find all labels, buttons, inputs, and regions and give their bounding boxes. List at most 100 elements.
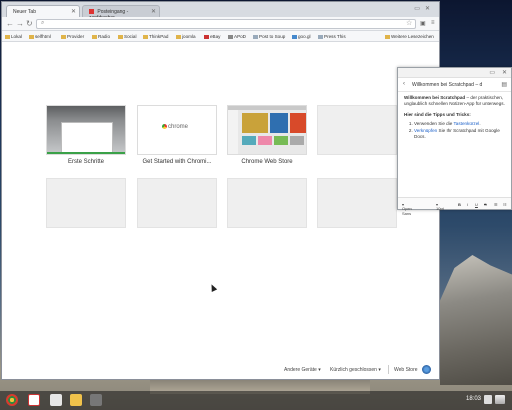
minimize-icon[interactable]: ▭ xyxy=(489,69,495,76)
bookmarks-bar: Lokal selfhtml Provider Radio Social Thi… xyxy=(2,31,439,42)
intro-paragraph: Willkommen bei Scratchpad – der praktisc… xyxy=(404,95,505,107)
user-avatar[interactable] xyxy=(495,395,505,404)
back-icon[interactable]: ← xyxy=(6,19,14,28)
bookmark-label: APoD xyxy=(234,34,247,39)
bookmark-label: selfhtml xyxy=(35,34,51,39)
bold-button[interactable]: B xyxy=(458,202,461,207)
folder-icon xyxy=(176,34,181,39)
clock[interactable]: 18:03 xyxy=(466,396,481,402)
bookmark-label: Weitere Lesezeichen xyxy=(391,34,434,39)
page-icon xyxy=(318,34,323,39)
menu-icon[interactable]: ≡ xyxy=(431,20,435,26)
browser-window: Neuer Tab ✕ Posteingang - zapfdweber ✕ ▭… xyxy=(1,1,440,380)
list-item: Verwenden Sie die Tastenkürzel. xyxy=(414,121,505,127)
tab-new-tab[interactable]: Neuer Tab ✕ xyxy=(6,5,80,17)
address-bar[interactable]: ⌕ xyxy=(36,19,416,29)
docs-icon[interactable] xyxy=(50,394,62,406)
status-icon[interactable] xyxy=(484,395,492,404)
tile-label: Chrome Web Store xyxy=(241,159,293,165)
back-icon[interactable]: ‹ xyxy=(403,81,405,87)
tips-list: Verwenden Sie die Tastenkürzel. Verknüpf… xyxy=(404,121,505,140)
tile-label: Erste Schritte xyxy=(67,159,104,165)
window-controls[interactable]: ▭✕ xyxy=(414,5,435,12)
tab-inbox[interactable]: Posteingang - zapfdweber ✕ xyxy=(82,5,160,21)
bookmark-item[interactable]: APoD xyxy=(228,34,246,39)
files-icon[interactable] xyxy=(70,394,82,406)
close-window-icon[interactable]: ✕ xyxy=(425,6,435,12)
bookmark-item[interactable]: Radio xyxy=(92,34,110,39)
list-item: Verknüpfen Sie Ihr Scratchpad mit Google… xyxy=(414,128,505,140)
underline-button[interactable]: U xyxy=(475,202,478,207)
note-header: ‹ Willkommen bei Scratchpad – d ▤ xyxy=(398,78,511,92)
bookmark-item[interactable]: eBay xyxy=(204,34,220,39)
bookmark-other[interactable]: Weitere Lesezeichen xyxy=(385,34,434,39)
menu-icon[interactable]: ▤ xyxy=(501,81,507,88)
numbered-list-icon[interactable]: ☷ xyxy=(503,202,507,207)
bookmark-item[interactable]: Post to Soup xyxy=(253,34,285,39)
ebay-icon xyxy=(204,34,209,39)
folder-icon xyxy=(118,34,123,39)
close-icon[interactable]: ✕ xyxy=(151,8,156,15)
thumbnail-image xyxy=(290,113,306,133)
bookmark-item[interactable]: goo.gl xyxy=(292,34,311,39)
bookmark-item[interactable]: ThinkPad xyxy=(143,34,168,39)
chrome-icon[interactable] xyxy=(6,394,18,406)
browser-toolbar: ← → ↻ ⌕ ☆ ▣ ≡ xyxy=(2,17,439,31)
bookmark-item[interactable]: selfhtml xyxy=(29,34,51,39)
close-icon[interactable]: ✕ xyxy=(502,69,507,76)
link-docs-link[interactable]: Verknüpfen xyxy=(414,128,437,133)
strike-button[interactable]: S xyxy=(484,202,487,207)
chrome-wordmark: chrome xyxy=(168,124,189,131)
gmail-icon[interactable] xyxy=(28,394,40,406)
most-visited-tile[interactable]: chrome xyxy=(137,105,217,155)
bookmark-label: Press This xyxy=(324,34,346,39)
bullet-list-icon[interactable]: ☰ xyxy=(494,202,498,207)
tab-label: Neuer Tab xyxy=(13,9,36,15)
extension-icon[interactable]: ▣ xyxy=(420,20,426,27)
bookmark-label: Social xyxy=(124,34,137,39)
tips-heading: Hier sind die Tipps und Tricks: xyxy=(404,112,471,117)
googl-icon xyxy=(292,34,297,39)
web-store-icon[interactable] xyxy=(422,365,431,374)
bookmark-label: Lokal xyxy=(11,34,22,39)
web-store-link[interactable]: Web Store xyxy=(394,367,418,373)
empty-tile xyxy=(137,178,217,228)
bookmark-label: Provider xyxy=(67,34,85,39)
thumbnail-image xyxy=(242,113,268,133)
empty-tile xyxy=(317,178,397,228)
system-shelf: 18:03 xyxy=(0,391,512,410)
most-visited-tile[interactable] xyxy=(46,105,126,155)
folder-icon xyxy=(29,34,34,39)
new-tab-page: Erste Schritte chrome Get Started with C… xyxy=(2,44,439,379)
chrome-logo: chrome xyxy=(162,124,188,130)
empty-tile xyxy=(227,178,307,228)
recently-closed-menu[interactable]: Kürzlich geschlossen ▾ xyxy=(330,367,381,373)
bookmark-item[interactable]: Social xyxy=(118,34,137,39)
bookmark-item[interactable]: Lokal xyxy=(5,34,22,39)
app-icon[interactable] xyxy=(90,394,102,406)
close-icon[interactable]: ✕ xyxy=(71,8,76,15)
chrome-icon xyxy=(162,124,167,129)
other-devices-menu[interactable]: Andere Geräte ▾ xyxy=(284,367,321,373)
bookmark-label: eBay xyxy=(210,34,221,39)
thumbnail-header xyxy=(228,106,306,110)
note-body[interactable]: Willkommen bei Scratchpad – der praktisc… xyxy=(398,92,511,144)
thumbnail-accent-bar xyxy=(47,152,125,154)
thumbnail-image xyxy=(290,136,304,145)
forward-icon[interactable]: → xyxy=(16,19,24,28)
reload-icon[interactable]: ↻ xyxy=(26,19,33,28)
star-icon[interactable]: ☆ xyxy=(406,19,412,27)
minimize-icon[interactable]: ▭ xyxy=(414,6,425,12)
thumbnail-image xyxy=(258,136,272,145)
shortcuts-link[interactable]: Tastenkürzel xyxy=(454,121,480,126)
font-select[interactable]: Open Sans ▾ xyxy=(402,202,412,216)
bookmark-label: ThinkPad xyxy=(149,34,169,39)
bookmark-item[interactable]: Press This xyxy=(318,34,346,39)
bookmark-item[interactable]: joomla xyxy=(176,34,196,39)
most-visited-tile[interactable] xyxy=(227,105,307,155)
tab-strip: Neuer Tab ✕ Posteingang - zapfdweber ✕ ▭… xyxy=(2,2,439,21)
folder-icon xyxy=(5,34,10,39)
bookmark-item[interactable]: Provider xyxy=(61,34,84,39)
size-select[interactable]: 10pt ▾ xyxy=(436,202,444,211)
italic-button[interactable]: I xyxy=(467,202,468,207)
